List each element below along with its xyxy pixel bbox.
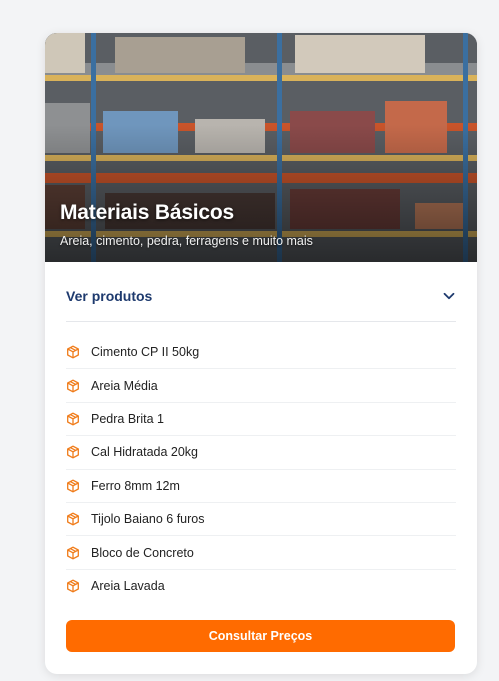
package-icon [67,345,79,359]
products-toggle-label: Ver produtos [66,288,153,304]
divider [66,321,456,322]
products-accordion-toggle[interactable]: Ver produtos [66,279,456,313]
product-name: Bloco de Concreto [91,545,194,560]
product-name: Pedra Brita 1 [91,411,164,426]
package-icon [67,546,79,559]
hero-image: Materiais Básicos Areia, cimento, pedra,… [45,33,477,262]
product-list: Cimento CP II 50kg Areia Média Pedra Brita… [66,336,456,603]
package-icon [67,445,79,459]
product-list-item: Areia Lavada [66,570,456,603]
product-list-item: Tijolo Baiano 6 furos [66,503,456,537]
product-list-item: Areia Média [66,369,456,403]
package-icon [67,579,79,593]
product-name: Areia Lavada [91,579,165,594]
product-list-item: Cimento CP II 50kg [66,336,456,370]
product-name: Cimento CP II 50kg [91,345,200,360]
package-icon [67,479,79,493]
consult-prices-button[interactable]: Consultar Preços [66,620,455,652]
product-name: Ferro 8mm 12m [91,478,180,493]
product-list-item: Pedra Brita 1 [66,403,456,437]
card-title: Materiais Básicos [60,201,235,224]
product-name: Cal Hidratada 20kg [91,445,199,460]
card-subtitle: Areia, cimento, pedra, ferragens e muito… [60,234,313,248]
package-icon [67,512,79,526]
chevron-down-icon [443,292,455,300]
product-name: Areia Média [91,378,158,393]
product-list-item: Bloco de Concreto [66,536,456,570]
package-icon [67,379,79,393]
product-list-item: Cal Hidratada 20kg [66,436,456,470]
product-name: Tijolo Baiano 6 furos [91,512,205,527]
product-category-card: Materiais Básicos Areia, cimento, pedra,… [45,33,477,674]
package-icon [67,412,79,426]
product-list-item: Ferro 8mm 12m [66,470,456,503]
